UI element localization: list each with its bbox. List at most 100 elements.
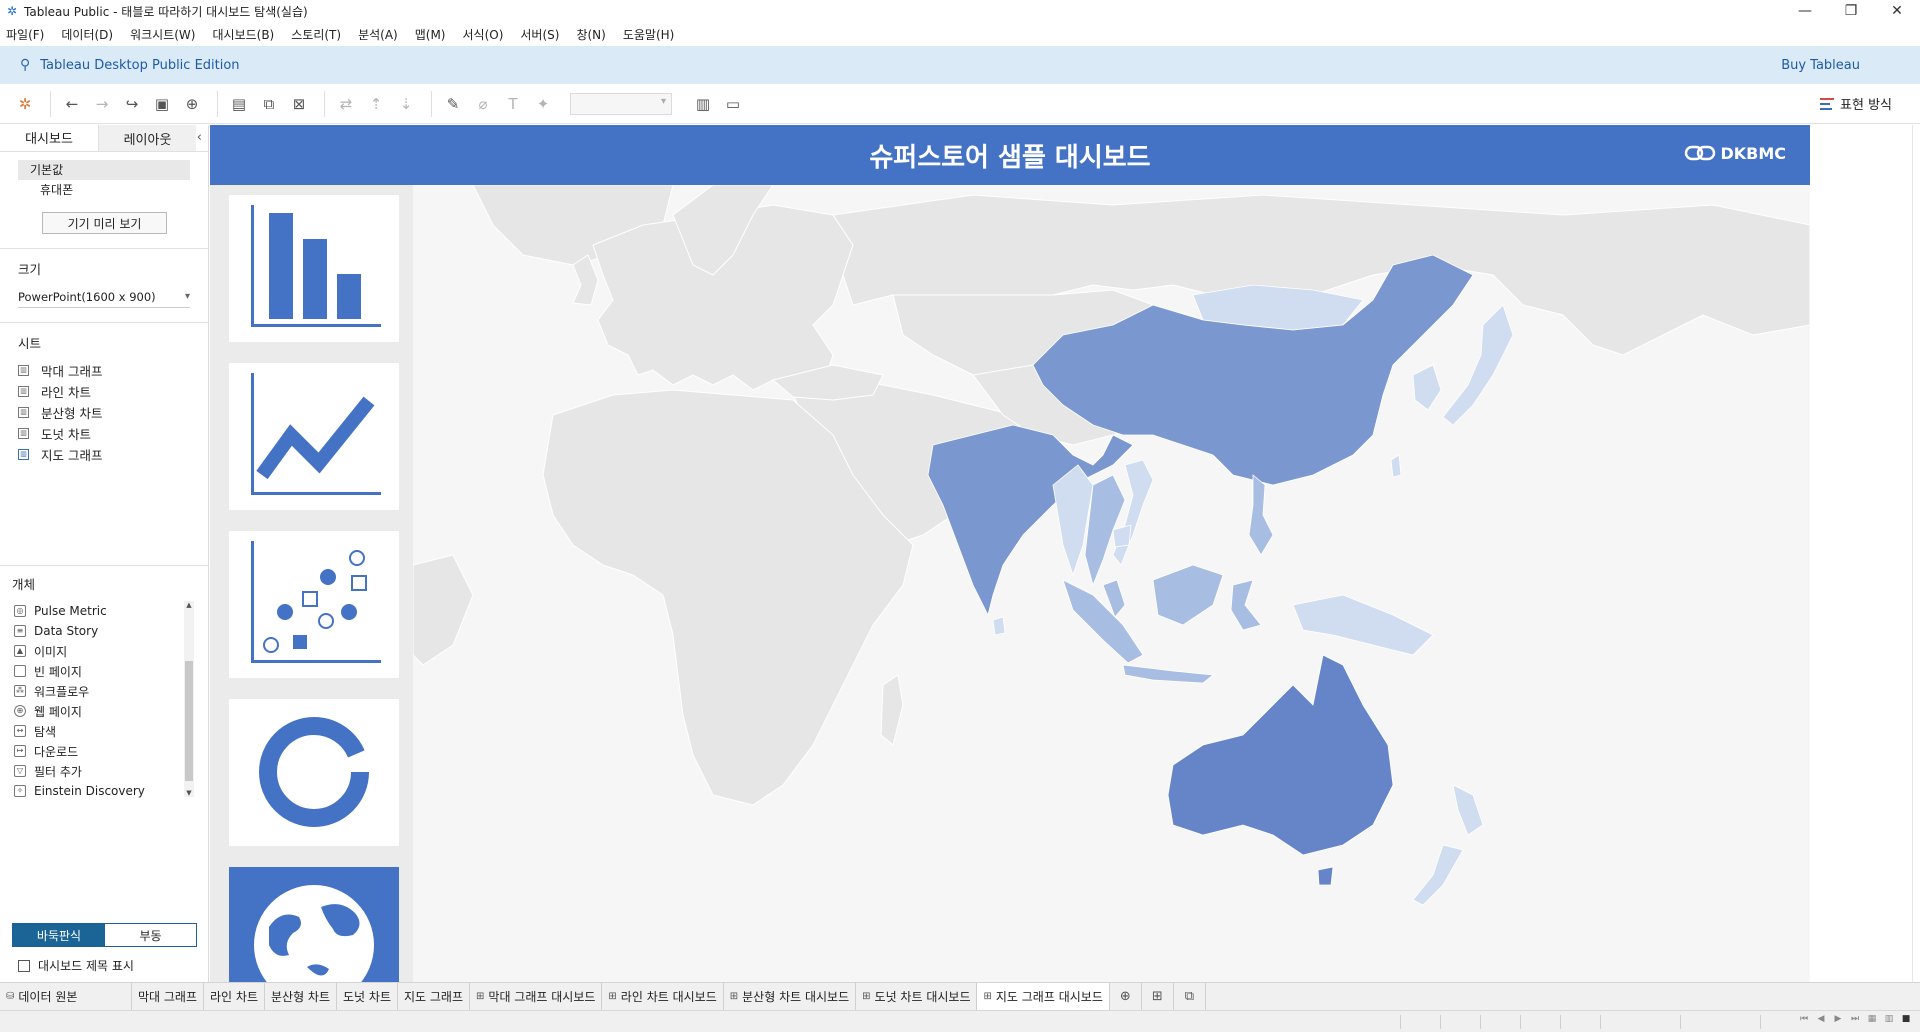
- close-icon[interactable]: ✕: [1874, 0, 1920, 22]
- canvas-scrollbar[interactable]: [1912, 125, 1920, 982]
- tab-sheet-donut[interactable]: 도넛 차트: [337, 982, 398, 1011]
- object-web-page[interactable]: ⊕ 웹 페이지: [14, 701, 194, 721]
- checkbox-box[interactable]: [18, 959, 30, 972]
- menu-story[interactable]: 스토리(T): [291, 26, 341, 43]
- tab-label: 지도 그래프: [404, 990, 464, 1004]
- nav-scatter-chart-button[interactable]: [229, 531, 399, 678]
- menu-server[interactable]: 서버(S): [520, 26, 559, 43]
- redo-icon[interactable]: →: [89, 91, 115, 117]
- tab-dashboard-map[interactable]: ⊞ 지도 그래프 대시보드: [977, 982, 1110, 1011]
- object-einstein-discovery[interactable]: ✧ Einstein Discovery: [14, 781, 194, 801]
- highlight-icon[interactable]: ✎: [440, 91, 466, 117]
- minimize-icon[interactable]: —: [1782, 0, 1828, 22]
- divider: [0, 565, 209, 566]
- tab-dashboard-bar[interactable]: ⊞ 막대 그래프 대시보드: [470, 982, 603, 1011]
- object-image[interactable]: ▲ 이미지: [14, 641, 194, 661]
- replay-icon[interactable]: ↪: [119, 91, 145, 117]
- new-datasource-icon[interactable]: ⊕: [179, 91, 205, 117]
- scrollbar-thumb[interactable]: [185, 661, 193, 781]
- window-controls: — ❐ ✕: [1782, 0, 1920, 22]
- device-preview-button[interactable]: 기기 미리 보기: [42, 212, 167, 234]
- tiled-button[interactable]: 바둑판식: [13, 924, 105, 946]
- tab-sheet-map[interactable]: 지도 그래프: [398, 982, 471, 1011]
- nav-map-button[interactable]: [229, 867, 399, 982]
- save-icon[interactable]: ▣: [149, 91, 175, 117]
- last-sheet-icon[interactable]: ⏭: [1847, 1014, 1863, 1028]
- menu-worksheet[interactable]: 워크시트(W): [130, 26, 195, 43]
- tab-dashboard[interactable]: 대시보드: [0, 125, 98, 151]
- scroll-down-icon[interactable]: ▼: [184, 789, 194, 797]
- fix-axes-icon[interactable]: ✦: [530, 91, 556, 117]
- presentation-mode-icon[interactable]: ▭: [720, 91, 746, 117]
- worksheet-used-icon: ▥: [18, 449, 29, 460]
- tab-data-source[interactable]: ⛁ 데이터 원본: [0, 982, 132, 1011]
- tabs-view-icon[interactable]: ■: [1898, 1014, 1914, 1028]
- show-title-checkbox[interactable]: 대시보드 제목 표시: [18, 957, 134, 974]
- menu-data[interactable]: 데이터(D): [61, 26, 113, 43]
- sheet-item-scatter[interactable]: ▥ 분산형 차트: [18, 402, 208, 423]
- tab-dashboard-line[interactable]: ⊞ 라인 차트 대시보드: [602, 982, 724, 1011]
- sort-descending-icon[interactable]: ⇣: [393, 91, 419, 117]
- new-story-tab-icon[interactable]: ⧉: [1174, 982, 1206, 1011]
- menu-analysis[interactable]: 분석(A): [358, 26, 398, 43]
- sheet-item-donut[interactable]: ▥ 도넛 차트: [18, 423, 208, 444]
- status-controls: ⏮ ◀ ▶ ⏭ ▦ ▥ ■: [1795, 1014, 1914, 1028]
- object-data-story[interactable]: ≡ Data Story: [14, 621, 194, 641]
- nav-line-chart-button[interactable]: [229, 363, 399, 510]
- world-map[interactable]: .land { fill: #e6e6e6; stroke: #ffffff; …: [413, 185, 1810, 982]
- new-worksheet-icon[interactable]: ▤: [226, 91, 252, 117]
- filled-map[interactable]: .land { fill: #e6e6e6; stroke: #ffffff; …: [413, 185, 1810, 982]
- buy-tableau-link[interactable]: Buy Tableau: [1781, 58, 1860, 73]
- sheet-sorter-icon[interactable]: ▦: [1864, 1014, 1880, 1028]
- tab-sheet-bar[interactable]: 막대 그래프: [132, 982, 205, 1011]
- fit-dropdown[interactable]: [570, 92, 672, 115]
- group-icon[interactable]: ⌀: [470, 91, 496, 117]
- next-sheet-icon[interactable]: ▶: [1830, 1014, 1846, 1028]
- duplicate-icon[interactable]: ⧉: [256, 91, 282, 117]
- clear-sheet-icon[interactable]: ⊠: [286, 91, 312, 117]
- new-worksheet-tab-icon[interactable]: ⊕: [1110, 982, 1142, 1011]
- prev-sheet-icon[interactable]: ◀: [1813, 1014, 1829, 1028]
- object-pulse-metric[interactable]: ◎ Pulse Metric: [14, 601, 194, 621]
- device-default[interactable]: 기본값: [18, 160, 190, 180]
- object-add-filter[interactable]: ▽ 필터 추가: [14, 761, 194, 781]
- menu-help[interactable]: 도움말(H): [623, 26, 675, 43]
- object-download[interactable]: ↦ 다운로드: [14, 741, 194, 761]
- labels-icon[interactable]: T: [500, 91, 526, 117]
- object-blank[interactable]: 빈 페이지: [14, 661, 194, 681]
- device-phone[interactable]: 휴대폰: [18, 180, 190, 200]
- undo-icon[interactable]: ←: [59, 91, 85, 117]
- object-list-scrollbar[interactable]: ▲ ▼: [184, 601, 194, 797]
- size-dropdown[interactable]: PowerPoint(1600 x 900): [18, 288, 190, 308]
- tableau-logo-icon[interactable]: ✲: [12, 91, 38, 117]
- floating-button[interactable]: 부동: [105, 924, 196, 946]
- new-dashboard-tab-icon[interactable]: ⊞: [1142, 982, 1174, 1011]
- nav-bar-chart-button[interactable]: [229, 195, 399, 342]
- tab-layout[interactable]: 레이아웃: [98, 125, 196, 151]
- sheet-item-line[interactable]: ▥ 라인 차트: [18, 381, 208, 402]
- menu-file[interactable]: 파일(F): [6, 26, 44, 43]
- first-sheet-icon[interactable]: ⏮: [1796, 1014, 1812, 1028]
- scroll-up-icon[interactable]: ▲: [184, 601, 194, 609]
- menu-dashboard[interactable]: 대시보드(B): [212, 26, 274, 43]
- tab-dashboard-scatter[interactable]: ⊞ 분산형 차트 대시보드: [724, 982, 857, 1011]
- nav-donut-chart-button[interactable]: [229, 699, 399, 846]
- tab-sheet-scatter[interactable]: 분산형 차트: [265, 982, 338, 1011]
- object-workflow[interactable]: ⁂ 워크플로우: [14, 681, 194, 701]
- swap-icon[interactable]: ⇄: [333, 91, 359, 117]
- object-navigation[interactable]: ↔ 탐색: [14, 721, 194, 741]
- menu-format[interactable]: 서식(O): [463, 26, 504, 43]
- sheet-item-map[interactable]: ▥ 지도 그래프: [18, 444, 208, 465]
- collapse-panel-icon[interactable]: ‹: [197, 130, 202, 145]
- menu-map[interactable]: 맵(M): [415, 26, 446, 43]
- tab-label: 막대 그래프: [138, 990, 198, 1004]
- show-cards-icon[interactable]: ▥: [690, 91, 716, 117]
- menu-window[interactable]: 창(N): [576, 26, 605, 43]
- sheet-item-bar[interactable]: ▥ 막대 그래프: [18, 360, 208, 381]
- show-me-button[interactable]: 표현 방식: [1820, 94, 1892, 113]
- filmstrip-icon[interactable]: ▥: [1881, 1014, 1897, 1028]
- tab-dashboard-donut[interactable]: ⊞ 도넛 차트 대시보드: [856, 982, 978, 1011]
- tab-sheet-line[interactable]: 라인 차트: [204, 982, 265, 1011]
- sort-ascending-icon[interactable]: ⇡: [363, 91, 389, 117]
- restore-icon[interactable]: ❐: [1828, 0, 1874, 22]
